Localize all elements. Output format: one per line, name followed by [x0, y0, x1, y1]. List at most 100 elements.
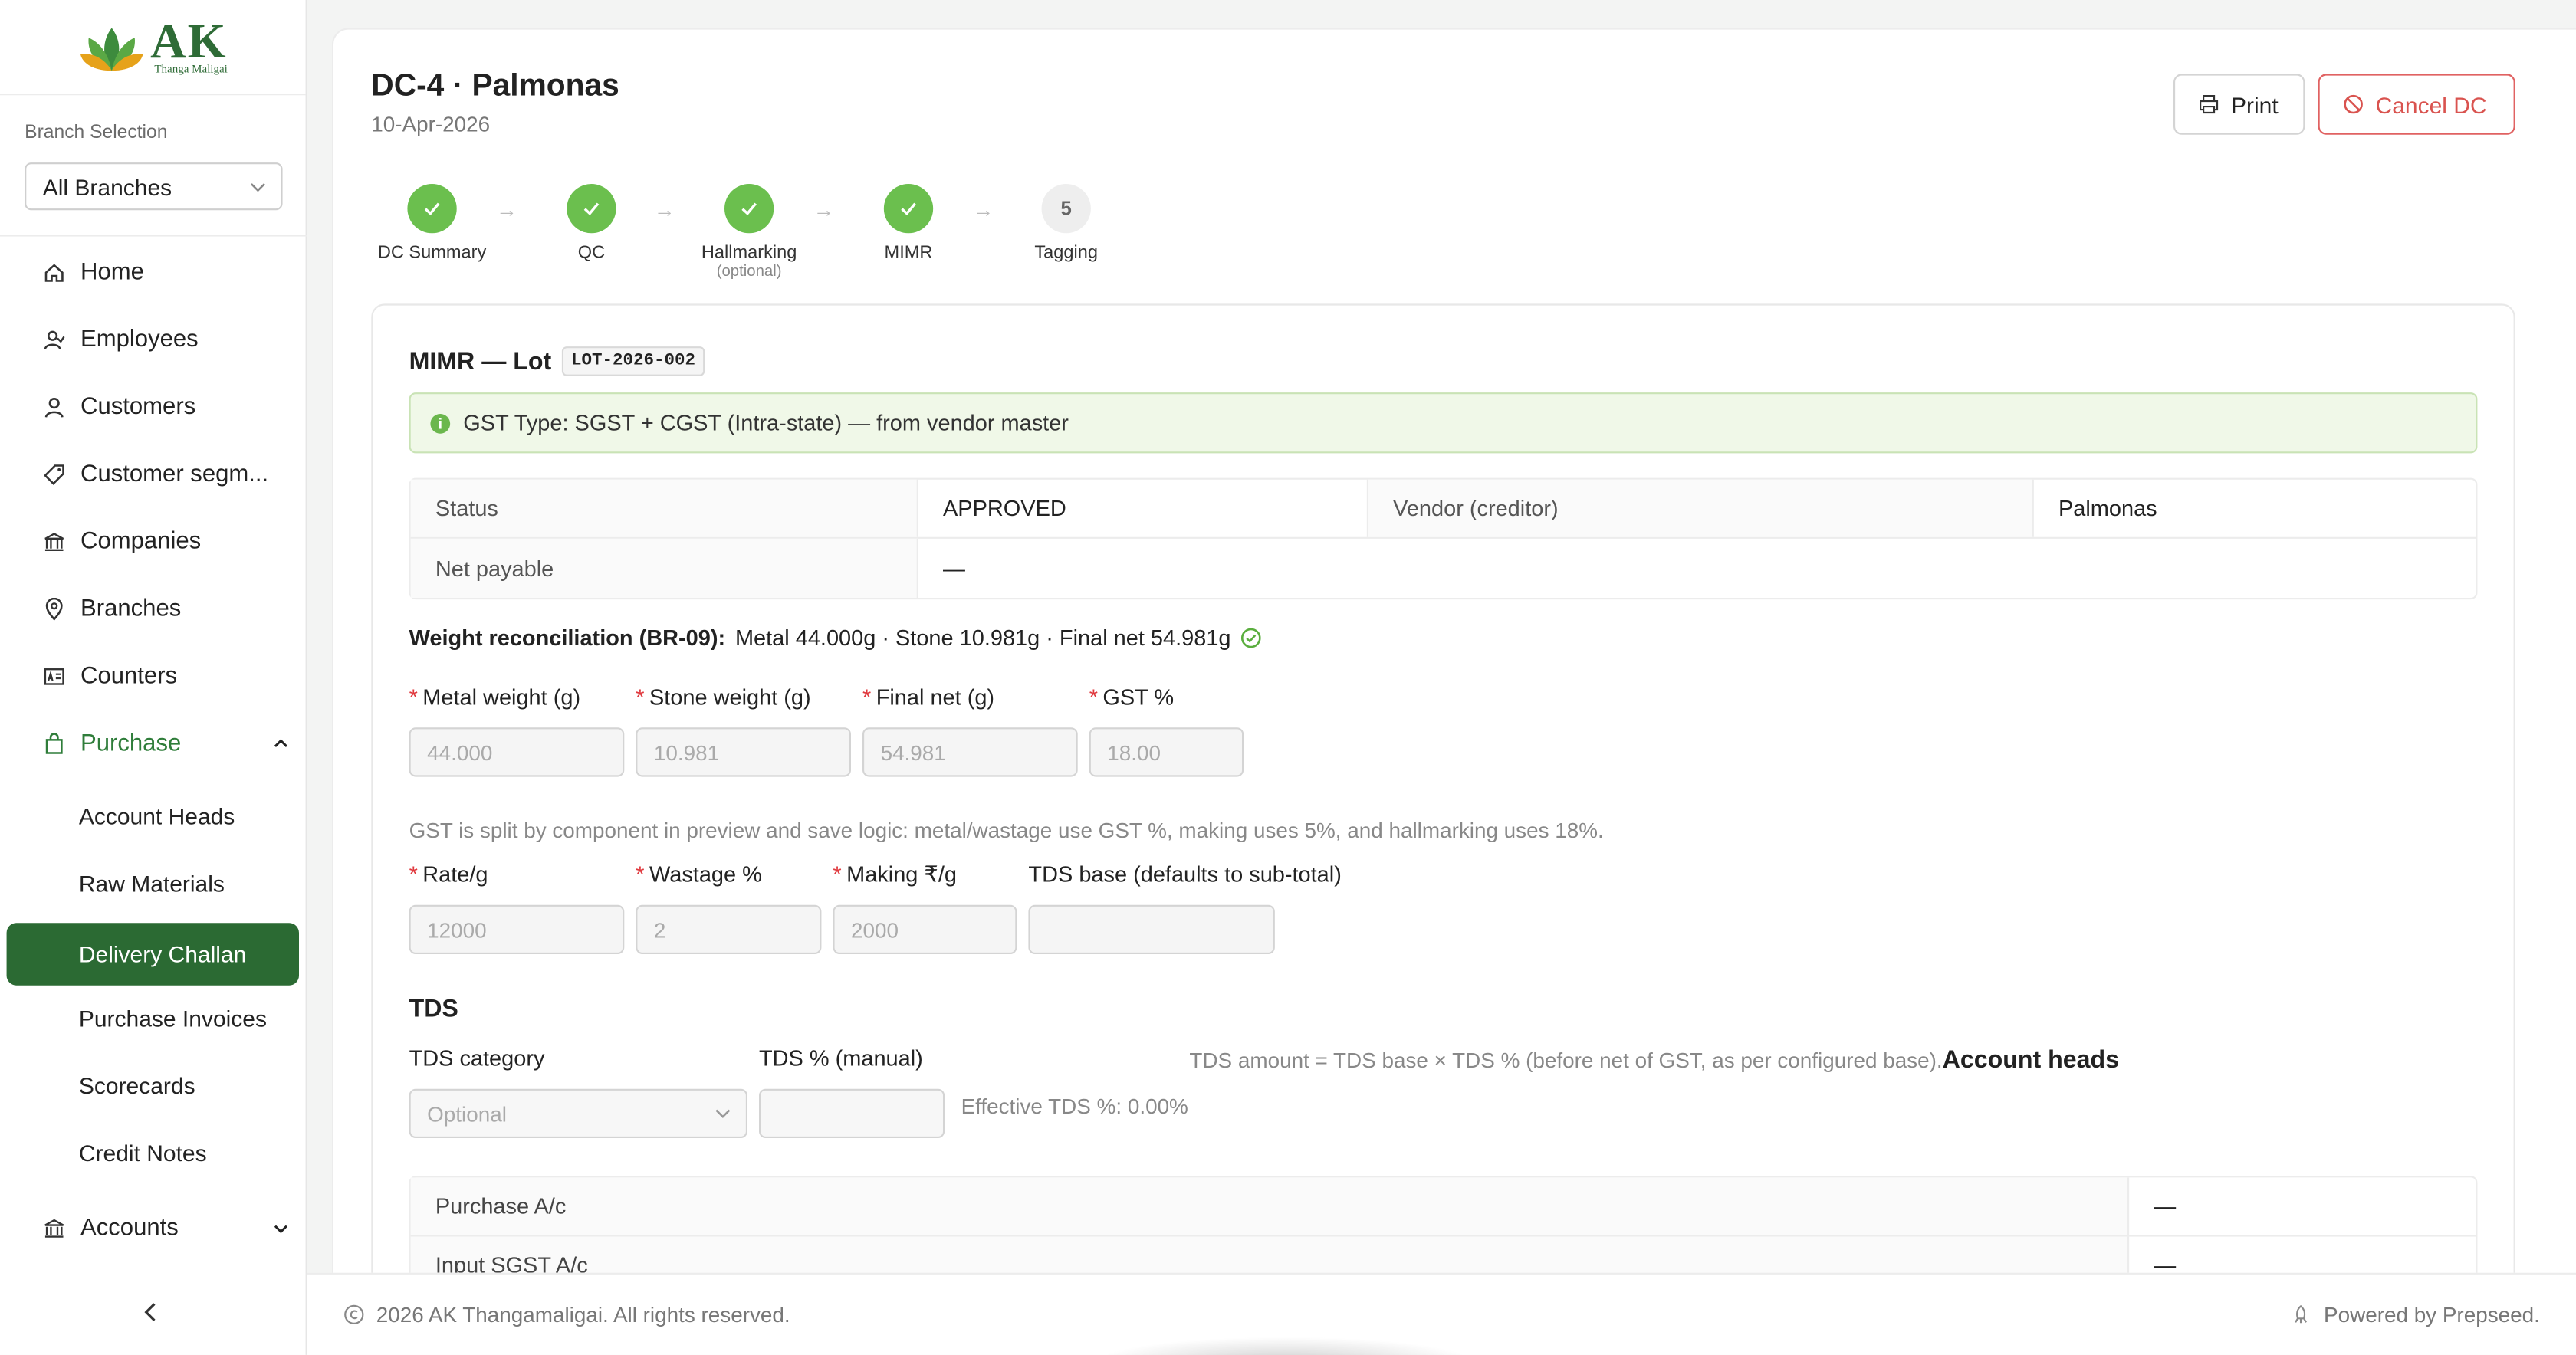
tds-base-label: TDS base (defaults to sub-total) [1028, 862, 1342, 887]
printer-icon [2200, 95, 2219, 114]
final-net-input[interactable]: 54.981 [863, 727, 1078, 777]
nav-account-heads[interactable]: Account Heads [79, 803, 235, 829]
brand-logo[interactable]: AK Thanga Maligai [0, 0, 306, 96]
gst-percent-input[interactable]: 18.00 [1089, 727, 1244, 777]
nav-customer-segments-label: Customer segm... [80, 461, 269, 488]
stone-weight-label: * Stone weight (g) [636, 684, 811, 710]
nav-raw-materials[interactable]: Raw Materials [79, 871, 225, 897]
stone-weight-input[interactable]: 10.981 [636, 727, 851, 777]
powered-by[interactable]: Powered by Prepseed. [2291, 1302, 2540, 1327]
nav-employees-label: Employees [80, 326, 199, 353]
net-payable-label: Net payable [410, 538, 918, 598]
brand-sub: Thanga Maligai [154, 62, 228, 76]
nav-purchase-label: Purchase [80, 730, 182, 757]
chevron-up-icon [274, 739, 288, 747]
branch-select-value: All Branches [42, 173, 172, 200]
nav-home[interactable]: Home [43, 256, 289, 289]
nav-home-label: Home [80, 259, 144, 286]
step-mimr[interactable]: MIMR [843, 184, 974, 263]
branch-selection-label: Branch Selection [25, 123, 168, 143]
purchase-ac-value: — [2154, 1193, 2177, 1219]
mimr-title-text: MIMR — Lot [409, 347, 552, 376]
vendor-value: Palmonas [2058, 496, 2157, 521]
mimr-title: MIMR — Lot LOT-2026-002 [409, 346, 705, 376]
step-dc-summary[interactable]: DC Summary [366, 184, 498, 263]
nav-branches[interactable]: Branches [43, 593, 289, 626]
print-button[interactable]: Print [2174, 74, 2305, 135]
making-input[interactable]: 2000 [833, 904, 1017, 954]
net-payable-value: — [943, 556, 965, 581]
tds-formula: TDS amount = TDS base × TDS % (before ne… [1189, 1046, 2119, 1074]
check-icon [567, 184, 616, 234]
gst-split-note: GST is split by component in preview and… [409, 818, 1604, 843]
table-row: Purchase A/c — [410, 1177, 2476, 1237]
nav-credit-notes[interactable]: Credit Notes [79, 1140, 207, 1166]
metal-weight-label: * Metal weight (g) [409, 684, 581, 710]
step-label: MIMR [884, 243, 933, 263]
nav-scorecards[interactable]: Scorecards [79, 1072, 196, 1098]
nav-delivery-challan[interactable]: Delivery Challan [6, 923, 299, 986]
footer: 2026 AK Thangamaligai. All rights reserv… [307, 1272, 2576, 1355]
arrow-right-icon: → [813, 197, 835, 222]
nav-counters[interactable]: Counters [43, 660, 289, 693]
step-label: Hallmarking [701, 243, 797, 263]
copyright-icon [344, 1304, 364, 1324]
nav-accounts[interactable]: Accounts [43, 1212, 289, 1245]
nav-customer-segments[interactable]: Customer segm... [43, 458, 289, 491]
step-tagging[interactable]: 5 Tagging [1001, 184, 1132, 263]
nav-employees[interactable]: Employees [43, 323, 289, 356]
cancel-dc-label: Cancel DC [2375, 90, 2487, 118]
branch-select[interactable]: All Branches [25, 162, 283, 211]
status-value: APPROVED [918, 479, 1368, 537]
user-icon [43, 395, 66, 418]
gst-alert-text: GST Type: SGST + CGST (Intra-state) — fr… [463, 410, 1069, 435]
table-row: Input SGST A/c — [410, 1236, 2476, 1276]
account-heads-table: Purchase A/c — Input SGST A/c — [409, 1176, 2478, 1276]
mimr-details-table: Status APPROVED Vendor (creditor) Palmon… [409, 477, 2478, 600]
gst-alert: i GST Type: SGST + CGST (Intra-state) — … [409, 392, 2478, 454]
powered-by-text: Powered by Prepseed. [2324, 1302, 2540, 1327]
nav-companies[interactable]: Companies [43, 526, 289, 559]
chevron-down-icon [274, 1225, 288, 1234]
step-hint: (optional) [716, 262, 782, 281]
sidebar: AK Thanga Maligai Branch Selection All B… [0, 0, 307, 1355]
ban-icon [2344, 94, 2363, 114]
print-label: Print [2231, 90, 2279, 118]
lot-badge: LOT-2026-002 [561, 346, 705, 376]
tds-formula-text: TDS amount = TDS base × TDS % (before ne… [1189, 1048, 1943, 1073]
collapse-sidebar-button[interactable] [141, 1301, 161, 1332]
cancel-dc-button[interactable]: Cancel DC [2318, 74, 2515, 135]
chevron-down-icon [250, 182, 265, 192]
check-icon [407, 184, 457, 234]
tds-category-select[interactable]: Optional [409, 1088, 748, 1138]
mimr-panel: MIMR — Lot LOT-2026-002 i GST Type: SGST… [371, 303, 2515, 1276]
tds-manual-input[interactable] [758, 1088, 945, 1138]
input-sgst-value: — [2154, 1253, 2177, 1276]
rate-label: * Rate/g [409, 862, 488, 887]
main-content: DC-4 · Palmonas 10-Apr-2026 Print Cancel… [331, 28, 2576, 1276]
nav-companies-label: Companies [80, 529, 202, 556]
check-circle-icon [1241, 628, 1262, 648]
step-hallmarking[interactable]: Hallmarking (optional) [683, 184, 814, 281]
arrow-right-icon: → [653, 197, 675, 222]
wastage-input[interactable]: 2 [636, 904, 822, 954]
tag-icon [43, 463, 66, 486]
step-qc[interactable]: QC [526, 184, 657, 263]
input-sgst-label: Input SGST A/c [410, 1236, 2130, 1276]
map-pin-icon [43, 598, 66, 621]
nav-purchase-invoices[interactable]: Purchase Invoices [79, 1005, 267, 1031]
nav-customers[interactable]: Customers [43, 391, 289, 424]
final-net-label: * Final net (g) [863, 684, 995, 710]
nav-purchase[interactable]: Purchase [43, 727, 289, 760]
rate-input[interactable]: 12000 [409, 904, 625, 954]
tds-base-input[interactable] [1028, 904, 1275, 954]
progress-steps: DC Summary → QC → Hallmarking (optional)… [366, 184, 1138, 299]
check-icon [724, 184, 774, 234]
recon-text: Metal 44.000g · Stone 10.981g · Final ne… [734, 625, 1231, 651]
page-title: DC-4 · Palmonas [371, 69, 619, 103]
shopping-bag-icon [43, 733, 66, 756]
metal-weight-input[interactable]: 44.000 [409, 727, 625, 777]
nav-customers-label: Customers [80, 394, 196, 421]
step-label: DC Summary [377, 243, 487, 263]
status-label: Status [410, 479, 918, 537]
